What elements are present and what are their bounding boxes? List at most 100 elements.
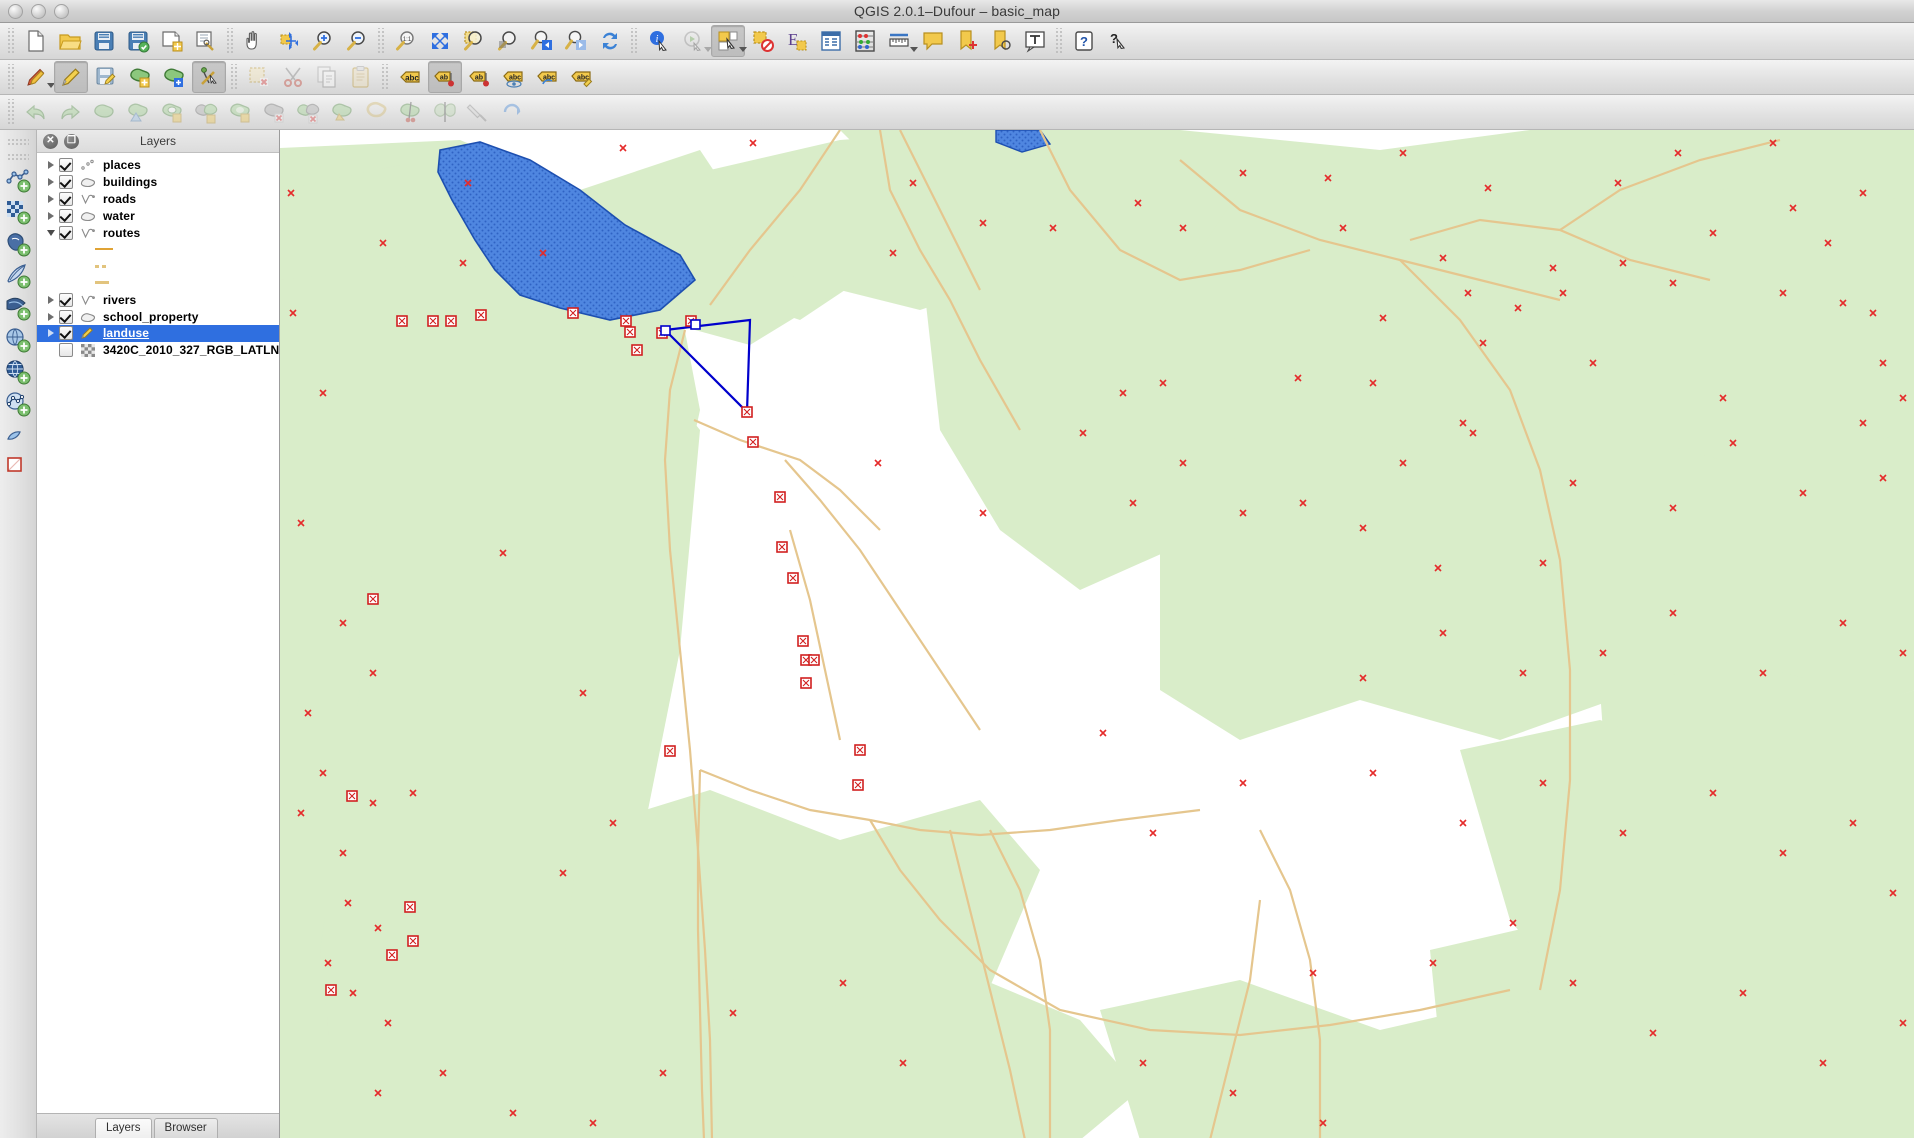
show-hide-labels-icon[interactable]: ab — [464, 62, 496, 92]
pan-map-to-selection-icon[interactable] — [273, 26, 305, 56]
zoom-out-icon[interactable] — [341, 26, 373, 56]
layer-item-landuse[interactable]: landuse — [37, 325, 279, 342]
add-delimited-text-layer-icon[interactable] — [3, 420, 33, 452]
close-button[interactable] — [8, 4, 23, 19]
save-project-icon[interactable] — [88, 26, 120, 56]
refresh-icon[interactable] — [594, 26, 626, 56]
toolbar-grip[interactable] — [226, 28, 235, 54]
layer-visibility-checkbox[interactable] — [59, 226, 73, 240]
layer-visibility-checkbox[interactable] — [59, 343, 73, 357]
change-label-icon[interactable]: abc — [566, 62, 598, 92]
add-spatialite-layer-icon[interactable] — [3, 260, 33, 292]
zoom-last-icon[interactable] — [526, 26, 558, 56]
layer-item-routes[interactable]: routes — [37, 224, 279, 241]
run-feature-action-icon[interactable] — [677, 26, 709, 56]
expand-toggle[interactable] — [43, 329, 59, 337]
add-wms-layer-icon[interactable] — [3, 324, 33, 356]
copy-features-icon[interactable] — [311, 62, 343, 92]
add-postgis-layer-icon[interactable] — [3, 228, 33, 260]
split-parts-icon[interactable] — [428, 97, 460, 127]
expand-toggle[interactable] — [43, 178, 59, 186]
new-project-icon[interactable] — [20, 26, 52, 56]
composer-manager-icon[interactable] — [190, 26, 222, 56]
help-contents-icon[interactable]: ? — [1068, 26, 1100, 56]
undo-icon[interactable] — [20, 97, 52, 127]
zoom-next-icon[interactable] — [560, 26, 592, 56]
measure-line-icon[interactable] — [883, 26, 915, 56]
expand-toggle[interactable] — [43, 296, 59, 304]
expand-toggle[interactable] — [43, 161, 59, 169]
tab-browser[interactable]: Browser — [154, 1118, 218, 1138]
map-tips-icon[interactable] — [917, 26, 949, 56]
field-calculator-icon[interactable] — [849, 26, 881, 56]
zoom-in-icon[interactable] — [307, 26, 339, 56]
toolbar-grip[interactable] — [7, 153, 29, 162]
zoom-button[interactable] — [54, 4, 69, 19]
save-project-as-icon[interactable] — [122, 26, 154, 56]
whats-this-icon[interactable]: ? — [1102, 26, 1134, 56]
zoom-native-icon[interactable]: 1:1 — [390, 26, 422, 56]
toolbar-grip[interactable] — [1055, 28, 1064, 54]
new-shapefile-layer-icon[interactable] — [3, 452, 33, 484]
new-bookmark-icon[interactable] — [951, 26, 983, 56]
offset-curve-icon[interactable] — [360, 97, 392, 127]
paste-features-icon[interactable] — [345, 62, 377, 92]
layer-labeling-options-icon[interactable]: abc — [394, 62, 426, 92]
layer-item-places[interactable]: places — [37, 157, 279, 174]
layer-item-rivers[interactable]: rivers — [37, 291, 279, 308]
rotate-label-icon[interactable]: abc — [532, 62, 564, 92]
zoom-to-selection-icon[interactable] — [458, 26, 490, 56]
current-edits-icon[interactable] — [20, 62, 52, 92]
pan-map-icon[interactable] — [239, 26, 271, 56]
text-annotation-icon[interactable] — [1019, 26, 1051, 56]
redo-icon[interactable] — [54, 97, 86, 127]
tab-layers[interactable]: Layers — [95, 1118, 152, 1138]
layer-visibility-checkbox[interactable] — [59, 209, 73, 223]
layer-visibility-checkbox[interactable] — [59, 293, 73, 307]
reshape-features-icon[interactable] — [326, 97, 358, 127]
map-canvas[interactable] — [280, 130, 1914, 1138]
toolbar-grip[interactable] — [7, 64, 16, 90]
layer-visibility-checkbox[interactable] — [59, 326, 73, 340]
expand-toggle[interactable] — [43, 230, 59, 236]
new-print-composer-icon[interactable] — [156, 26, 188, 56]
layer-item-water[interactable]: water — [37, 207, 279, 224]
toolbar-grip[interactable] — [377, 28, 386, 54]
toolbar-grip[interactable] — [7, 99, 16, 125]
add-wcs-layer-icon[interactable] — [3, 356, 33, 388]
add-vector-layer-icon[interactable] — [3, 164, 33, 196]
layer-visibility-checkbox[interactable] — [59, 158, 73, 172]
cut-features-icon[interactable] — [277, 62, 309, 92]
move-label-icon[interactable]: abc — [498, 62, 530, 92]
merge-features-icon[interactable] — [462, 97, 494, 127]
open-attribute-table-icon[interactable] — [815, 26, 847, 56]
layer-tree[interactable]: places buildings — [37, 153, 279, 1113]
show-bookmarks-icon[interactable] — [985, 26, 1017, 56]
deselect-features-icon[interactable] — [747, 26, 779, 56]
toolbar-grip[interactable] — [381, 64, 390, 90]
save-layer-edits-icon[interactable] — [90, 62, 122, 92]
split-features-icon[interactable] — [394, 97, 426, 127]
layer-item-roads[interactable]: roads — [37, 191, 279, 208]
add-raster-layer-icon[interactable] — [3, 196, 33, 228]
add-wfs-layer-icon[interactable] — [3, 388, 33, 420]
rotate-feature-icon[interactable] — [88, 97, 120, 127]
expand-toggle[interactable] — [43, 313, 59, 321]
chevron-down-icon[interactable] — [739, 47, 747, 52]
layer-item-buildings[interactable]: buildings — [37, 174, 279, 191]
fill-ring-icon[interactable] — [224, 97, 256, 127]
delete-part-icon[interactable] — [292, 97, 324, 127]
select-features-icon[interactable] — [711, 25, 745, 57]
zoom-full-icon[interactable] — [424, 26, 456, 56]
identify-features-icon[interactable]: i — [643, 26, 675, 56]
toolbar-grip[interactable] — [7, 28, 16, 54]
toolbar-grip[interactable] — [230, 64, 239, 90]
expand-toggle[interactable] — [43, 195, 59, 203]
toolbar-grip[interactable] — [7, 138, 29, 147]
minimize-button[interactable] — [31, 4, 46, 19]
node-tool-icon[interactable] — [192, 61, 226, 93]
layer-visibility-checkbox[interactable] — [59, 310, 73, 324]
add-mssql-layer-icon[interactable] — [3, 292, 33, 324]
layer-visibility-checkbox[interactable] — [59, 192, 73, 206]
simplify-feature-icon[interactable] — [122, 97, 154, 127]
